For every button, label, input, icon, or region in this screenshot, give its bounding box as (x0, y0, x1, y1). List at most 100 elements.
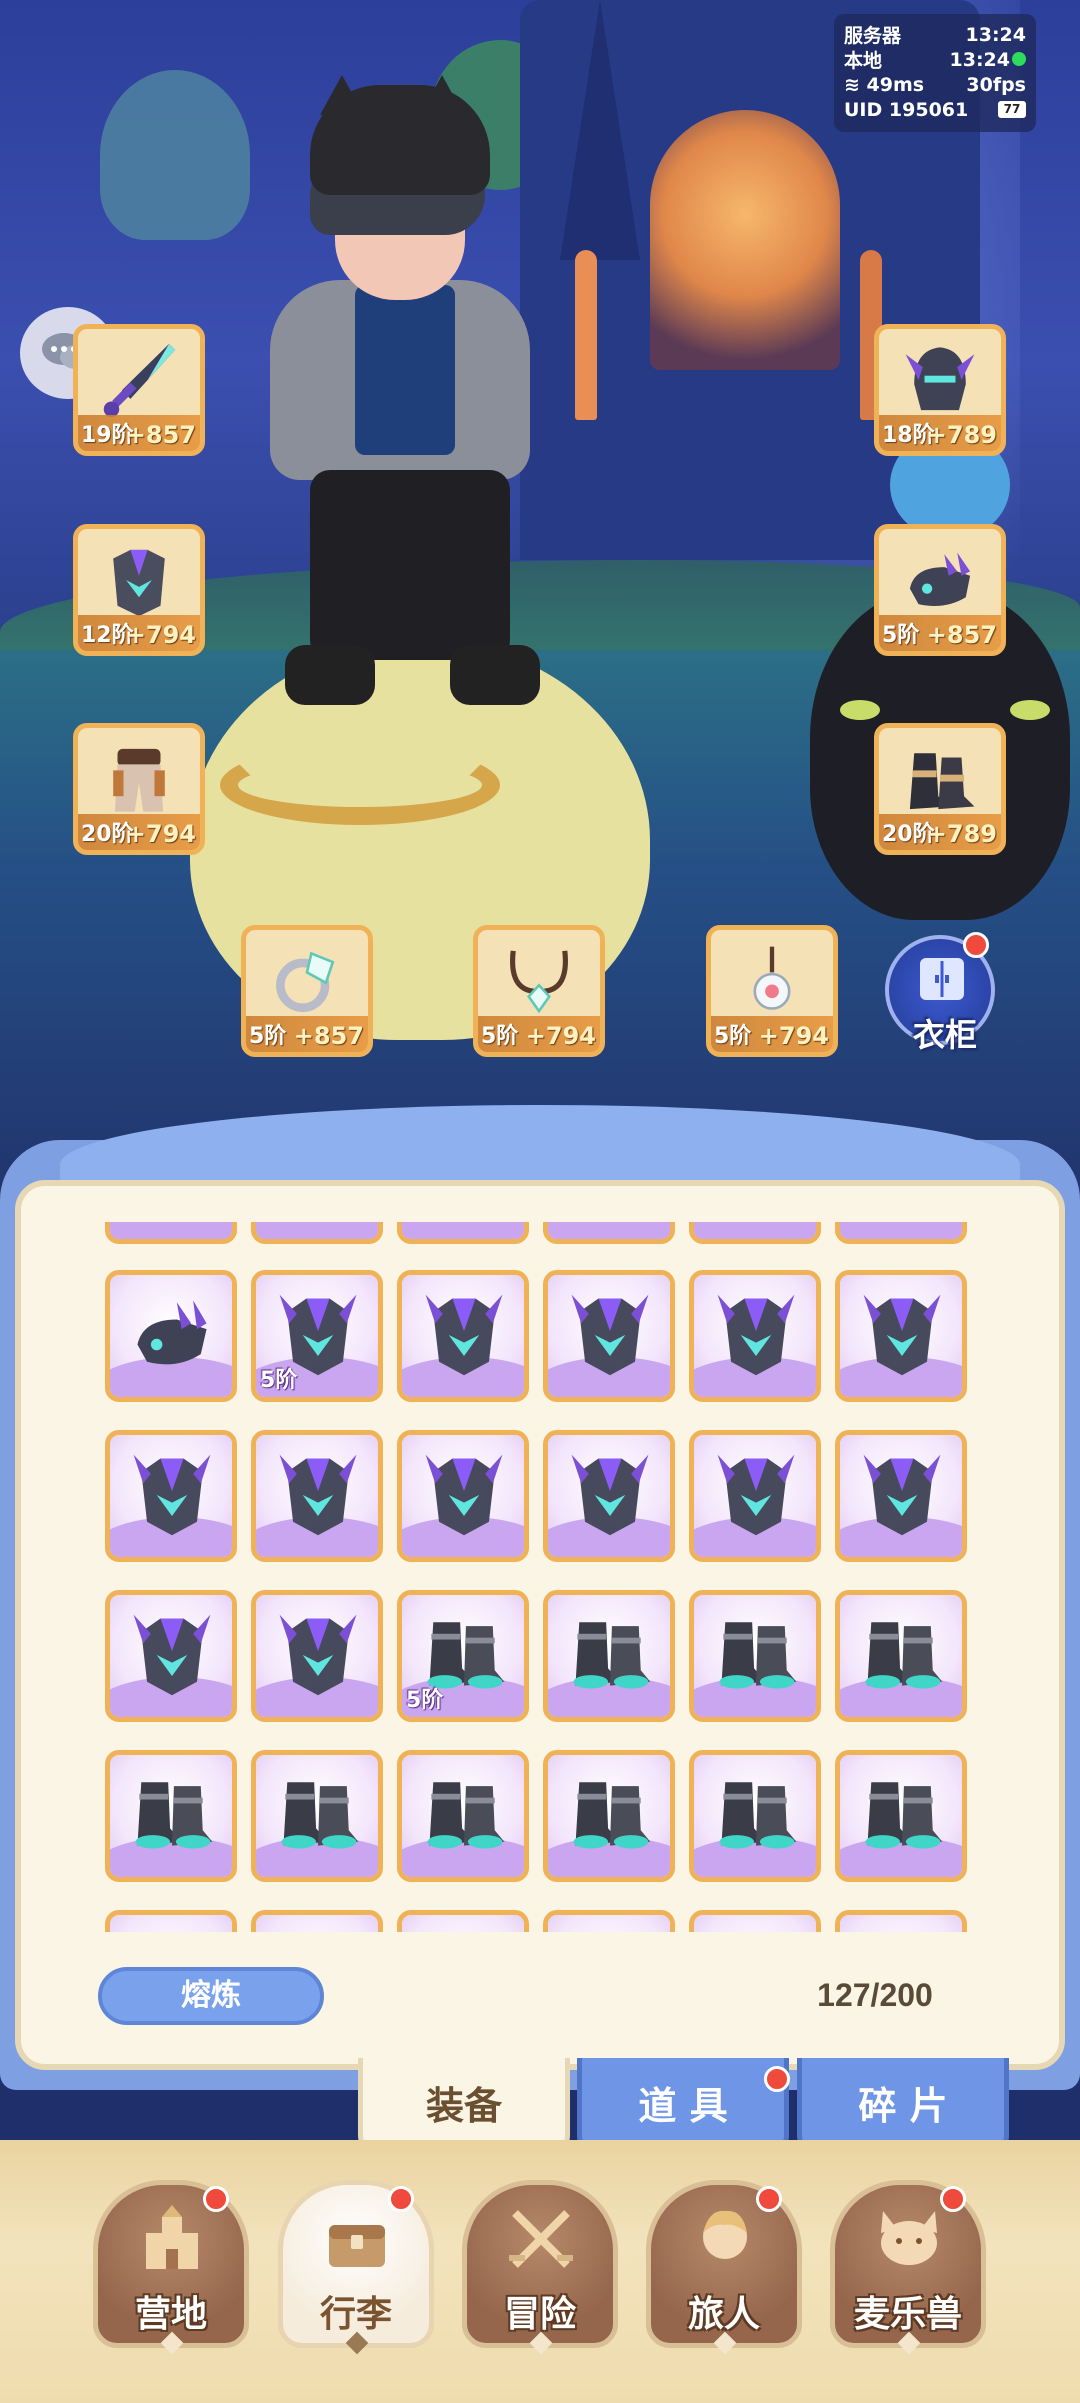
fps-value: 30fps (966, 73, 1026, 96)
inventory-slot[interactable] (397, 1270, 529, 1402)
equip-slot-helmet[interactable]: 18阶 +789 (874, 324, 1006, 456)
inventory-slot[interactable] (835, 1590, 967, 1722)
wifi-icon: ≋ (844, 73, 860, 96)
inventory-slot[interactable] (105, 1590, 237, 1722)
inventory-slot[interactable] (543, 1590, 675, 1722)
necklace-icon (510, 950, 568, 1014)
slot-power: +857 (125, 421, 196, 449)
nav-label: 行李 (319, 2294, 392, 2335)
hat-ear (320, 75, 364, 115)
nav-adventure[interactable]: 冒险 (462, 2180, 618, 2355)
inventory-slot-partial[interactable] (397, 1222, 529, 1244)
notification-dot-icon (940, 2186, 966, 2212)
boots-icon (281, 1782, 359, 1849)
local-label: 本地 (844, 50, 883, 72)
slot-tier: 5阶 (481, 1024, 519, 1049)
traveler-icon (703, 2210, 747, 2259)
equip-slot-boots[interactable]: 20阶 +789 (874, 723, 1006, 855)
inventory-slot[interactable] (543, 1430, 675, 1562)
inventory-slot[interactable] (543, 1270, 675, 1402)
nav-label: 麦乐兽 (853, 2294, 962, 2335)
inventory-slot-partial[interactable] (543, 1910, 675, 1932)
boots-icon (427, 1782, 505, 1849)
notification-dot-icon (764, 2066, 790, 2092)
inventory-slot[interactable] (689, 1270, 821, 1402)
battery-icon: 77 (998, 101, 1026, 118)
inventory-capacity: 127/200 (817, 1977, 933, 2013)
inventory-slot[interactable] (251, 1430, 383, 1562)
notification-dot-icon (963, 932, 989, 958)
inventory-slot-partial[interactable] (835, 1222, 967, 1244)
equip-slot-weapon[interactable]: 19阶 +857 (73, 324, 205, 456)
inventory-slot-partial[interactable] (251, 1910, 383, 1932)
notification-dot-icon (756, 2186, 782, 2212)
hat-ear (420, 75, 464, 115)
inventory-slot[interactable] (689, 1750, 821, 1882)
inventory-grid[interactable]: 5阶 5阶 (105, 1222, 975, 1932)
smelt-button[interactable]: 熔炼 (98, 1967, 324, 2025)
inventory-slot[interactable] (543, 1750, 675, 1882)
inventory-slot[interactable] (835, 1750, 967, 1882)
armor-icon (863, 1294, 941, 1376)
slot-power: +857 (293, 1022, 364, 1050)
armor-icon (571, 1294, 649, 1376)
fox-spirit-character (100, 70, 250, 240)
boots-icon (573, 1622, 651, 1689)
inventory-slot[interactable] (689, 1590, 821, 1722)
player-character[interactable] (270, 75, 630, 755)
boots-icon (719, 1782, 797, 1849)
gauntlet-icon (137, 1300, 207, 1365)
character-vest (355, 285, 455, 455)
notification-dot-icon (203, 2186, 229, 2212)
inventory-slot-partial[interactable] (105, 1910, 237, 1932)
boots-icon (865, 1622, 943, 1689)
equip-slot-legs[interactable]: 20阶 +794 (73, 723, 205, 855)
inventory-slot[interactable] (105, 1750, 237, 1882)
inventory-slot[interactable] (105, 1430, 237, 1562)
inventory-slot-partial[interactable] (835, 1910, 967, 1932)
inventory-slot-partial[interactable] (397, 1910, 529, 1932)
equip-slot-gloves[interactable]: 5阶 +857 (874, 524, 1006, 656)
server-time: 13:24 (965, 23, 1026, 46)
gauntlet-icon (909, 552, 971, 606)
equip-slot-chest[interactable]: 12阶 +794 (73, 524, 205, 656)
nav-label: 旅人 (687, 2294, 760, 2335)
equip-slot-amulet[interactable]: 5阶 +794 (706, 925, 838, 1057)
armor-icon (863, 1454, 941, 1536)
armor-icon (717, 1294, 795, 1376)
server-label: 服务器 (844, 25, 902, 47)
status-overlay: 服务器 13:24 本地 13:24 ≋ 49ms 30fps UID 195061 7… (834, 14, 1036, 132)
inventory-slot-partial[interactable] (689, 1910, 821, 1932)
ring-icon (276, 951, 335, 1012)
amulet-icon (753, 946, 791, 1010)
inventory-slot-partial[interactable] (105, 1222, 237, 1244)
slot-tier: 5阶 (882, 623, 920, 648)
inventory-slot[interactable]: 5阶 (251, 1270, 383, 1402)
slot-power: +794 (758, 1022, 829, 1050)
armor-icon (425, 1294, 503, 1376)
equip-slot-necklace[interactable]: 5阶 +794 (473, 925, 605, 1057)
boots-icon (865, 1782, 943, 1849)
uid-value: 195061 (888, 98, 969, 121)
inventory-slot-partial[interactable] (251, 1222, 383, 1244)
slot-power: +794 (125, 820, 196, 848)
inventory-slot-partial[interactable] (689, 1222, 821, 1244)
inventory-slot[interactable] (835, 1430, 967, 1562)
castle-icon (146, 2205, 198, 2269)
inventory-slot[interactable] (251, 1590, 383, 1722)
armor-icon (571, 1454, 649, 1536)
boots-icon (135, 1782, 213, 1849)
equip-slot-ring[interactable]: 5阶 +857 (241, 925, 373, 1057)
inventory-slot[interactable] (689, 1430, 821, 1562)
cat-eye (1010, 700, 1050, 720)
inventory-slot[interactable] (397, 1750, 529, 1882)
boots-icon (573, 1782, 651, 1849)
inventory-slot[interactable] (397, 1430, 529, 1562)
cat-icon (881, 2211, 937, 2265)
inventory-slot-partial[interactable] (543, 1222, 675, 1244)
cat-eye (840, 700, 880, 720)
inventory-slot[interactable] (105, 1270, 237, 1402)
inventory-slot[interactable] (251, 1750, 383, 1882)
inventory-slot[interactable] (835, 1270, 967, 1402)
inventory-slot[interactable]: 5阶 (397, 1590, 529, 1722)
